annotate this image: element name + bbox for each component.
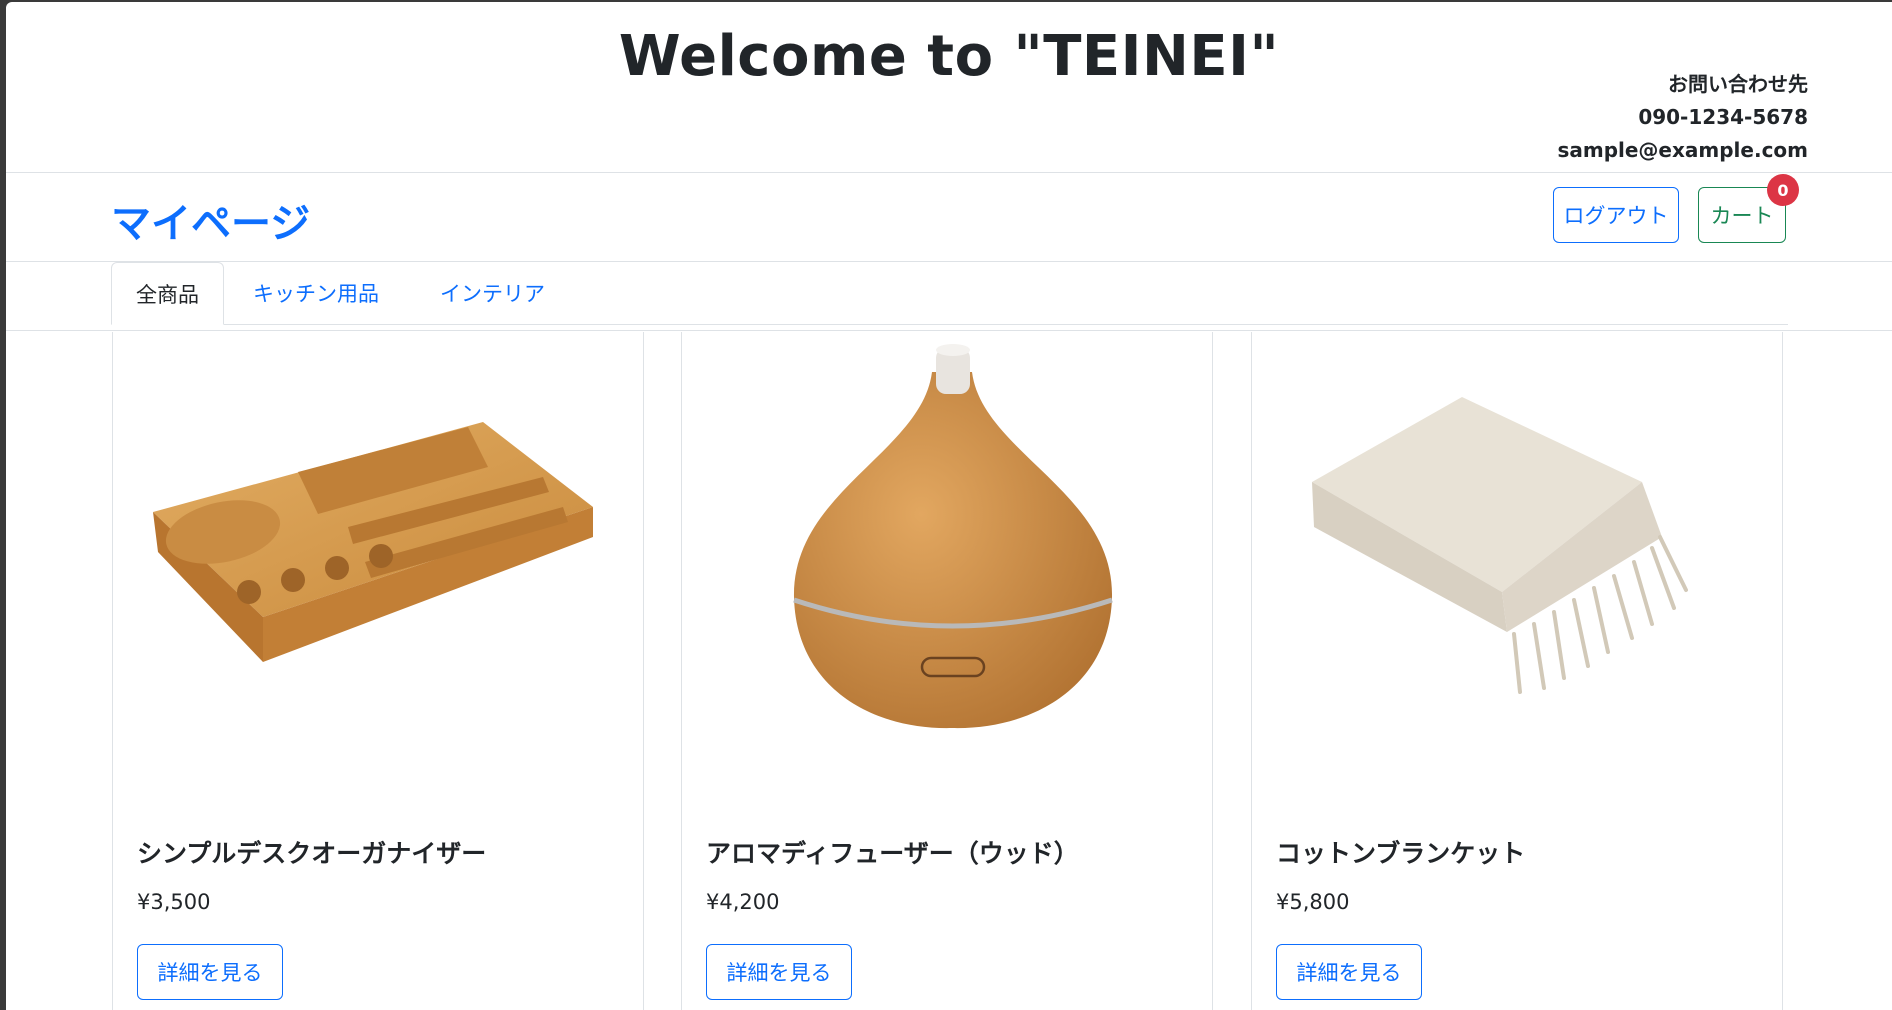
product-card: シンプルデスクオーガナイザー ¥3,500 詳細を見る (112, 332, 644, 1010)
tab-label: 全商品 (136, 282, 199, 307)
cart-button[interactable]: カート 0 (1698, 174, 1799, 243)
tab-label: インテリア (440, 282, 545, 306)
product-card: コットンブランケット ¥5,800 詳細を見る (1251, 332, 1783, 1010)
product-name: シンプルデスクオーガナイザー (137, 839, 487, 868)
product-image-cotton-blanket (1312, 397, 1688, 694)
product-name: アロマディフューザー（ウッド） (706, 839, 1079, 868)
cart-count-badge: 0 (1767, 174, 1799, 206)
contact-heading: お問い合わせ先 (1668, 72, 1808, 96)
mypage-link[interactable]: マイページ (111, 191, 310, 249)
logout-button[interactable]: ログアウト (1553, 187, 1679, 243)
contact-phone: 090-1234-5678 (1638, 105, 1808, 129)
tab-label: キッチン用品 (253, 282, 379, 306)
view-details-label: 詳細を見る (157, 962, 263, 985)
tab-all-products[interactable]: 全商品 (111, 262, 224, 325)
contact-email: sample@example.com (1557, 138, 1808, 162)
view-details-button[interactable]: 詳細を見る (137, 944, 283, 1000)
product-name: コットンブランケット (1276, 839, 1526, 868)
site-header: Welcome to "TEINEI" お問い合わせ先 090-1234-567… (6, 2, 1892, 173)
view-details-button[interactable]: 詳細を見る (706, 944, 852, 1000)
logout-label: ログアウト (1563, 204, 1669, 228)
product-card: アロマディフューザー（ウッド） ¥4,200 詳細を見る (681, 332, 1213, 1010)
view-details-label: 詳細を見る (726, 962, 832, 985)
cart-label: カート (1710, 204, 1774, 228)
product-image-bamboo-desk-organizer (153, 422, 593, 662)
view-details-button[interactable]: 詳細を見る (1276, 944, 1422, 1000)
browser-window: Welcome to "TEINEI" お問い合わせ先 090-1234-567… (6, 2, 1892, 1010)
tab-interior[interactable]: インテリア (416, 262, 569, 324)
product-price: ¥4,200 (706, 890, 780, 914)
category-tabs-bar: 全商品 キッチン用品 インテリア (6, 262, 1892, 331)
product-price: ¥5,800 (1276, 890, 1350, 914)
product-image-wood-aroma-diffuser (793, 344, 1113, 729)
category-tabs: 全商品 キッチン用品 インテリア (111, 262, 1788, 325)
navbar: マイページ ログアウト カート 0 (6, 173, 1892, 262)
view-details-label: 詳細を見る (1296, 962, 1402, 985)
contact-info: お問い合わせ先 090-1234-5678 sample@example.com (1557, 68, 1808, 167)
product-price: ¥3,500 (137, 890, 211, 914)
tab-kitchen[interactable]: キッチン用品 (229, 262, 403, 324)
